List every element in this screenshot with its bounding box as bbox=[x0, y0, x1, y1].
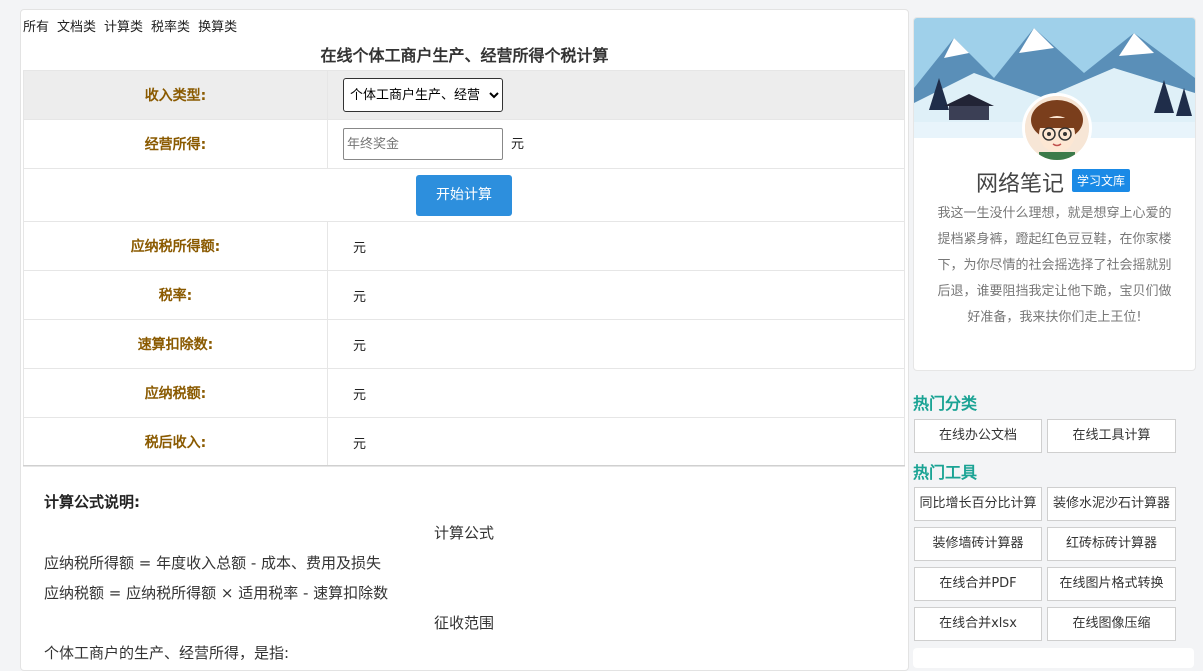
nav-conversions[interactable]: 换算类 bbox=[198, 20, 237, 35]
result-label: 税后收入: bbox=[23, 417, 328, 467]
hot-categories-title: 热门分类 bbox=[913, 394, 978, 413]
site-name: 网络笔记 bbox=[976, 172, 1065, 197]
result-label: 应纳税额: bbox=[23, 368, 328, 418]
site-motto: 我这一生没什么理想，就是想穿上心爱的提档紧身裤，蹬起红色豆豆鞋，在你家楼下，为你… bbox=[937, 206, 1172, 325]
formula-line: 应纳税额 = 应纳税所得额 × 适用税率 - 速算扣除数 bbox=[44, 584, 389, 602]
tool-wall-tile[interactable]: 装修墙砖计算器 bbox=[914, 527, 1042, 561]
nav-documents[interactable]: 文档类 bbox=[57, 20, 96, 35]
result-value: 元 bbox=[327, 270, 905, 320]
tool-image-compress[interactable]: 在线图像压缩 bbox=[1047, 607, 1176, 641]
nav-tax-rates[interactable]: 税率类 bbox=[151, 20, 190, 35]
scope-title: 征收范围 bbox=[433, 614, 494, 632]
main-panel: 所有 文档类 计算类 税率类 换算类 在线个体工商户生产、经营所得个税计算 收入类型: … bbox=[20, 9, 909, 671]
formula-title: 计算公式 bbox=[433, 524, 494, 542]
sidebar-card-bottom bbox=[913, 648, 1194, 668]
nav-calculators[interactable]: 计算类 bbox=[104, 20, 143, 35]
unit-label: 元 bbox=[511, 136, 525, 152]
result-row-taxable-income: 应纳税所得额: 元 bbox=[23, 221, 905, 271]
tool-yoy-growth[interactable]: 同比增长百分比计算 bbox=[914, 487, 1042, 521]
result-label: 速算扣除数: bbox=[23, 319, 328, 369]
formula-description: 计算公式说明: 计算公式 应纳税所得额 = 年度收入总额 - 成本、费用及损失 … bbox=[23, 465, 905, 670]
library-badge[interactable]: 学习文库 bbox=[1072, 169, 1131, 192]
start-calc-button[interactable]: 开始计算 bbox=[416, 174, 512, 216]
income-type-row: 收入类型: 个体工商户生产、经营 bbox=[23, 70, 905, 120]
formula-line: 应纳税所得额 = 年度收入总额 - 成本、费用及损失 bbox=[44, 554, 382, 572]
nav-all[interactable]: 所有 bbox=[23, 20, 49, 35]
result-row-tax-rate: 税率: 元 bbox=[23, 270, 905, 320]
tag-office-docs[interactable]: 在线办公文档 bbox=[914, 419, 1042, 453]
business-income-row: 经营所得: 元 bbox=[23, 119, 905, 169]
tag-online-tools[interactable]: 在线工具计算 bbox=[1047, 419, 1176, 453]
result-label: 税率: bbox=[23, 270, 328, 320]
calculator-form: 收入类型: 个体工商户生产、经营 经营所得: 元 开始计算 应纳税所得额: 元 … bbox=[23, 70, 905, 467]
description-heading: 计算公式说明: bbox=[44, 493, 140, 511]
result-row-after-tax: 税后收入: 元 bbox=[23, 417, 905, 467]
tool-red-brick[interactable]: 红砖标砖计算器 bbox=[1047, 527, 1176, 561]
category-nav: 所有 文档类 计算类 税率类 换算类 bbox=[23, 16, 245, 35]
tool-merge-xlsx[interactable]: 在线合并xlsx bbox=[914, 607, 1042, 641]
result-label: 应纳税所得额: bbox=[23, 221, 328, 271]
result-value: 元 bbox=[327, 221, 905, 271]
hot-tools-title: 热门工具 bbox=[913, 463, 978, 482]
result-value: 元 bbox=[327, 417, 905, 467]
tool-cement-sand[interactable]: 装修水泥沙石计算器 bbox=[1047, 487, 1176, 521]
profile-card: 网络笔记 学习文库 我这一生没什么理想，就是想穿上心爱的提档紧身裤，蹬起红色豆豆… bbox=[913, 17, 1196, 371]
business-income-input[interactable] bbox=[343, 128, 503, 160]
result-row-quick-deduction: 速算扣除数: 元 bbox=[23, 319, 905, 369]
tool-image-convert[interactable]: 在线图片格式转换 bbox=[1047, 567, 1176, 601]
business-income-label: 经营所得: bbox=[23, 119, 328, 169]
income-type-label: 收入类型: bbox=[23, 70, 328, 120]
avatar[interactable] bbox=[1022, 93, 1092, 163]
income-type-select[interactable]: 个体工商户生产、经营 bbox=[343, 78, 503, 112]
tool-merge-pdf[interactable]: 在线合并PDF bbox=[914, 567, 1042, 601]
page-title: 在线个体工商户生产、经营所得个税计算 bbox=[320, 46, 609, 65]
result-value: 元 bbox=[327, 319, 905, 369]
result-row-tax-payable: 应纳税额: 元 bbox=[23, 368, 905, 418]
result-value: 元 bbox=[327, 368, 905, 418]
